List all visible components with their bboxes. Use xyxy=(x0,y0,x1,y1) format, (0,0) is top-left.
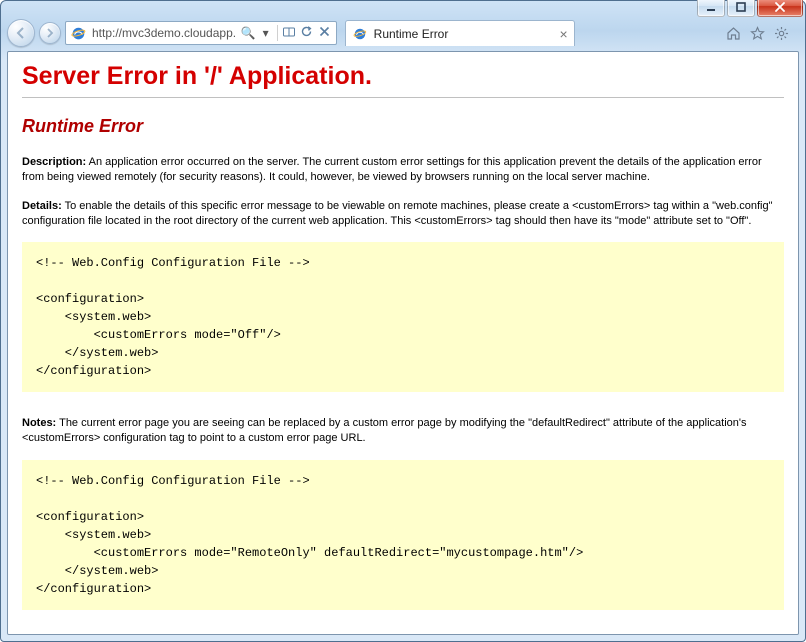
notes-paragraph: Notes: The current error page you are se… xyxy=(22,416,784,446)
tab-strip: Runtime Error × xyxy=(345,20,711,46)
tab-favicon-icon xyxy=(352,26,368,42)
code-sample-2: <!-- Web.Config Configuration File --> <… xyxy=(22,460,784,610)
forward-button[interactable] xyxy=(39,22,61,44)
home-icon[interactable] xyxy=(725,25,741,41)
tools-icon[interactable] xyxy=(773,25,789,41)
page-viewport[interactable]: Server Error in '/' Application. Runtime… xyxy=(7,51,799,635)
details-paragraph: Details: To enable the details of this s… xyxy=(22,199,784,229)
details-text: To enable the details of this specific e… xyxy=(22,200,773,227)
page-title: Server Error in '/' Application. xyxy=(22,62,784,91)
search-icon[interactable]: 🔍 xyxy=(241,26,255,40)
tab-close-icon[interactable]: × xyxy=(559,27,567,41)
tab-active[interactable]: Runtime Error × xyxy=(345,20,575,46)
tab-title: Runtime Error xyxy=(374,27,554,41)
notes-label: Notes: xyxy=(22,417,56,429)
dropdown-icon[interactable]: ▾ xyxy=(259,26,273,40)
code-sample-1: <!-- Web.Config Configuration File --> <… xyxy=(22,242,784,392)
nav-toolbar: 🔍 ▾ xyxy=(1,15,805,51)
chrome-right-icons xyxy=(715,25,799,41)
separator xyxy=(277,25,278,41)
error-page: Server Error in '/' Application. Runtime… xyxy=(8,52,798,635)
stop-icon[interactable] xyxy=(318,26,332,40)
description-text: An application error occurred on the ser… xyxy=(22,156,762,183)
address-bar[interactable]: 🔍 ▾ xyxy=(65,21,337,45)
compat-view-icon[interactable] xyxy=(282,25,296,42)
refresh-icon[interactable] xyxy=(300,25,314,41)
description-label: Description: xyxy=(22,156,86,168)
url-input[interactable] xyxy=(90,25,237,41)
address-bar-controls: 🔍 ▾ xyxy=(241,25,332,42)
browser-window: 🔍 ▾ xyxy=(0,0,806,642)
favorites-icon[interactable] xyxy=(749,25,765,41)
description-paragraph: Description: An application error occurr… xyxy=(22,155,784,185)
back-button[interactable] xyxy=(7,19,35,47)
page-subtitle: Runtime Error xyxy=(22,116,784,137)
titlebar xyxy=(1,1,805,15)
details-label: Details: xyxy=(22,200,62,212)
notes-text: The current error page you are seeing ca… xyxy=(22,417,747,444)
ie-favicon-icon xyxy=(70,25,86,41)
divider xyxy=(22,97,784,98)
